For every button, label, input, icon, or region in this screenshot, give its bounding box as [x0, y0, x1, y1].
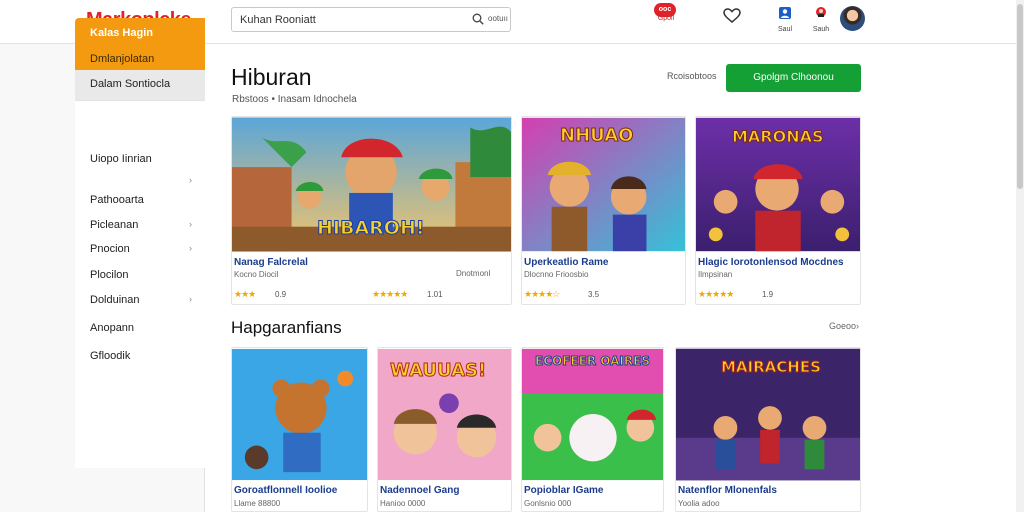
- avatar[interactable]: [840, 6, 865, 31]
- game-subtitle: Hanioo 0000: [380, 499, 426, 508]
- artwork-title: NHUAO: [559, 125, 634, 147]
- artwork-title: ECOFEER OAIRES: [535, 354, 651, 369]
- sidebar-item[interactable]: Picleanan: [90, 219, 138, 231]
- category-header[interactable]: Kalas Hagin Dmlanjolatan: [75, 18, 205, 70]
- rating-value: 0.9: [275, 290, 287, 299]
- search-bar[interactable]: ootuıı: [231, 7, 511, 32]
- scrollbar-thumb[interactable]: [1017, 4, 1023, 189]
- rating-stars: ★★★: [234, 289, 256, 299]
- game-title[interactable]: Goroatflonnell Ioolioe: [234, 485, 337, 496]
- sidebar-item[interactable]: Plocilon: [90, 269, 129, 281]
- game-price: Dnotmonl: [456, 269, 491, 278]
- game-subtitle: Ilmpsinan: [698, 270, 733, 279]
- cart-label: Sauh: [812, 26, 830, 33]
- game-card[interactable]: ECOFEER OAIRES Popioblar IGame Gonlsnio …: [521, 347, 664, 512]
- cart-button[interactable]: Sauh: [806, 6, 836, 36]
- user-icon: [779, 7, 791, 19]
- game-title[interactable]: Hlagic Iorotonlensod Mocdnes: [698, 257, 844, 268]
- heart-icon: [723, 8, 741, 23]
- game-artwork: [232, 348, 367, 481]
- game-card[interactable]: Goroatflonnell Ioolioe Llame 88800: [231, 347, 368, 512]
- game-subtitle: Yoolia adoo: [678, 499, 720, 508]
- artwork-title: HIBAROH!: [317, 217, 426, 240]
- bell-icon: Gpoll: [657, 15, 675, 22]
- category-header-title: Kalas Hagin: [90, 27, 153, 39]
- chevron-right-icon[interactable]: ›: [189, 294, 192, 304]
- featured-card[interactable]: HIBAROH! Nanag Falcrelal Kocno Diocil Dn…: [231, 116, 512, 305]
- account-label: Saul: [777, 26, 792, 33]
- rating-stars: ★★★★★: [698, 289, 734, 299]
- notifications-button[interactable]: Gpoll: [651, 14, 681, 44]
- artwork-title: WAUUAS!: [389, 360, 487, 382]
- sidebar-item[interactable]: Gfloodik: [90, 350, 130, 362]
- game-subtitle: Llame 88800: [234, 499, 281, 508]
- game-card[interactable]: WAUUAS! Nadennoel Gang Hanioo 0000: [377, 347, 512, 512]
- category-header-sub[interactable]: Dmlanjolatan: [90, 53, 154, 65]
- game-title[interactable]: Uperkeatlio Rame: [524, 257, 608, 268]
- game-card[interactable]: MAIRACHES Natenflor Mlonenfals Yoolia ad…: [675, 347, 861, 512]
- game-subtitle: Gonlsnio 000: [524, 499, 572, 508]
- page-title: Hiburan: [231, 64, 312, 90]
- rating-stars: ★★★★☆: [524, 289, 560, 299]
- account-button[interactable]: Saul: [770, 6, 800, 36]
- sidebar-item[interactable]: Pnocion: [90, 243, 130, 255]
- see-more-link[interactable]: Goeoo›: [829, 321, 859, 331]
- chevron-right-icon[interactable]: ›: [189, 243, 192, 253]
- sidebar-item-label: Dalam Sontiocla: [90, 78, 171, 90]
- game-title[interactable]: Nadennoel Gang: [380, 485, 459, 496]
- featured-card[interactable]: MARONAS Hlagic Iorotonlensod Mocdnes Ilm…: [695, 116, 861, 305]
- primary-action-button[interactable]: Gpolgm Clhoonou: [726, 64, 861, 92]
- sort-filter-link[interactable]: Rcoisobtoos: [667, 71, 717, 81]
- chevron-right-icon[interactable]: ›: [189, 219, 192, 229]
- rating-value: 1.9: [762, 290, 774, 299]
- divider: [75, 100, 205, 101]
- game-title[interactable]: Natenflor Mlonenfals: [678, 485, 777, 496]
- sidebar-item[interactable]: Uiopo Iinrian: [90, 153, 152, 165]
- sidebar-item-selected[interactable]: Dalam Sontiocla: [75, 70, 205, 100]
- sidebar-item[interactable]: Dolduinan: [90, 294, 140, 306]
- sidebar-item[interactable]: Anopann: [90, 322, 134, 334]
- search-hint: ootuıı: [488, 14, 509, 23]
- section-title: Hapgaranfians: [231, 318, 342, 337]
- game-title[interactable]: Nanag Falcrelal: [234, 257, 308, 268]
- game-title[interactable]: Popioblar IGame: [524, 485, 603, 496]
- game-subtitle: Dlocnno Frioosbio: [524, 270, 589, 279]
- rating-value: 3.5: [588, 290, 600, 299]
- search-input[interactable]: [240, 11, 460, 29]
- artwork-title: MAIRACHES: [721, 358, 822, 377]
- featured-card[interactable]: NHUAO Uperkeatlio Rame Dlocnno Frioosbio…: [521, 116, 686, 305]
- breadcrumb[interactable]: Rbstoos • Inasam Idnochela: [232, 94, 357, 105]
- rating-value: 1.01: [427, 290, 443, 299]
- cart-icon: [816, 7, 826, 17]
- search-icon[interactable]: [472, 13, 484, 25]
- wishlist-button[interactable]: [717, 8, 747, 38]
- artwork-title: MARONAS: [732, 127, 825, 147]
- game-subtitle: Kocno Diocil: [234, 270, 279, 279]
- sidebar-item[interactable]: Pathooarta: [90, 194, 144, 206]
- rating-stars: ★★★★★: [372, 289, 408, 299]
- chevron-right-icon[interactable]: ›: [189, 175, 192, 185]
